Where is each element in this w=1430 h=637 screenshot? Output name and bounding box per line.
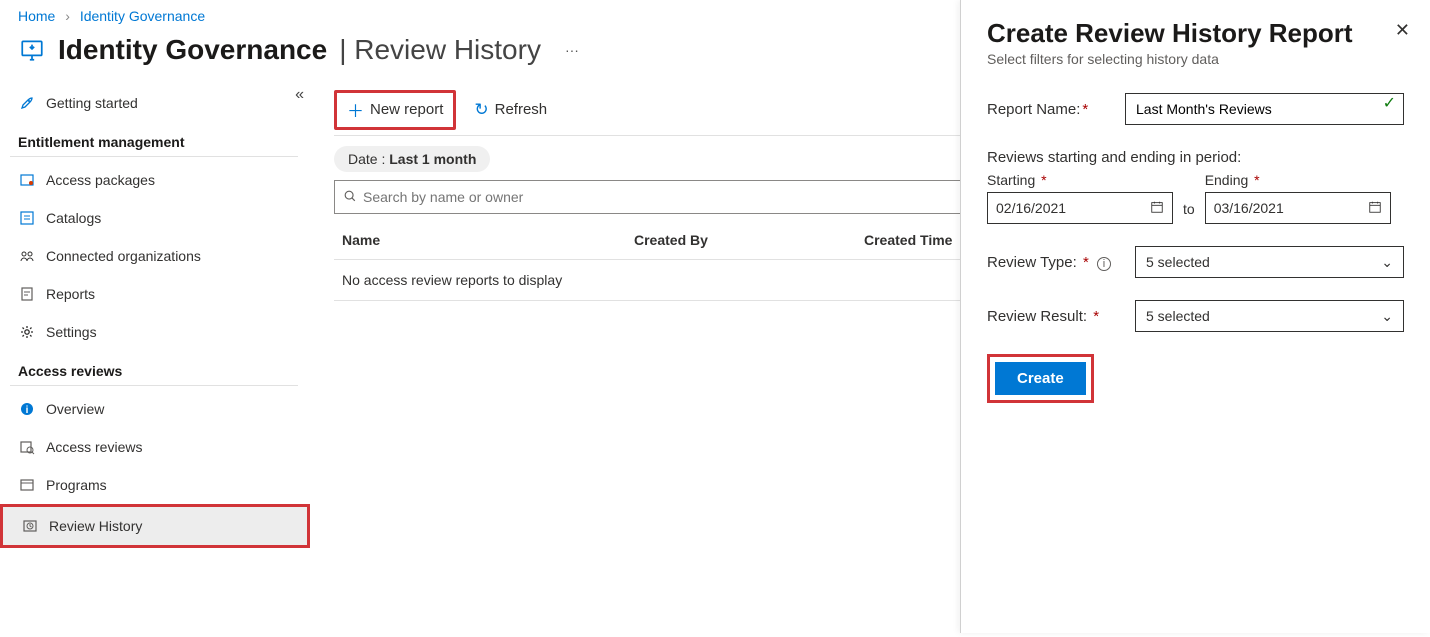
sidebar-item-label: Getting started [46,95,138,111]
identity-governance-icon [18,36,46,64]
new-report-button[interactable]: ＋ New report [337,93,453,127]
plus-icon: ＋ [347,97,364,122]
sidebar-item-access-reviews[interactable]: Access reviews [10,428,298,466]
chevron-down-icon: ⌄ [1381,308,1393,325]
review-result-label: Review Result: * [987,308,1127,325]
review-result-value: 5 selected [1146,308,1210,324]
chevron-right-icon: › [65,8,70,24]
review-type-row: Review Type: * i 5 selected ⌄ [987,246,1404,278]
history-icon [21,517,39,535]
to-label: to [1183,201,1195,217]
rocket-icon [18,94,36,112]
sidebar-item-review-history[interactable]: Review History [3,507,307,545]
starting-label: Starting * [987,172,1173,188]
sidebar-item-label: Connected organizations [46,248,201,264]
checkmark-icon: ✓ [1383,93,1396,113]
reports-icon [18,285,36,303]
chevron-down-icon: ⌄ [1381,254,1393,271]
svg-text:i: i [26,405,29,416]
review-result-select[interactable]: 5 selected ⌄ [1135,300,1404,332]
breadcrumb-current[interactable]: Identity Governance [80,8,205,24]
info-icon: i [18,400,36,418]
highlight-review-history: Review History [0,504,310,548]
ending-label: Ending * [1205,172,1391,188]
sidebar-item-reports[interactable]: Reports [10,275,298,313]
report-name-input[interactable] [1125,93,1404,125]
panel-subtitle: Select filters for selecting history dat… [987,51,1404,67]
panel-title: Create Review History Report [987,18,1404,49]
page-subtitle: | Review History [339,34,541,66]
breadcrumb-home[interactable]: Home [18,8,55,24]
calendar-icon [1150,200,1164,217]
close-icon[interactable]: ✕ [1395,20,1410,41]
date-row: Starting * 02/16/2021 to Ending * 03/16/… [987,172,1404,224]
sidebar-item-settings[interactable]: Settings [10,313,298,351]
collapse-sidebar-icon[interactable]: « [295,86,304,104]
highlight-new-report: ＋ New report [334,90,456,130]
col-created-by[interactable]: Created By [634,232,864,248]
calendar-icon [1368,200,1382,217]
more-icon[interactable]: ··· [565,42,579,58]
review-type-select[interactable]: 5 selected ⌄ [1135,246,1404,278]
report-name-label: Report Name:* [987,101,1107,118]
review-result-row: Review Result: * 5 selected ⌄ [987,300,1404,332]
starting-date-input[interactable]: 02/16/2021 [987,192,1173,224]
sidebar-item-access-packages[interactable]: Access packages [10,161,298,199]
date-filter-value: Last 1 month [389,151,476,167]
page-title: Identity Governance [58,34,327,66]
review-type-value: 5 selected [1146,254,1210,270]
col-name[interactable]: Name [334,232,634,248]
sidebar-item-label: Access reviews [46,439,142,455]
sidebar-group-access-reviews: Access reviews [10,351,298,386]
sidebar-item-label: Review History [49,518,142,534]
report-name-row: Report Name:* ✓ [987,93,1404,125]
ending-field: Ending * 03/16/2021 [1205,172,1391,224]
review-type-label: Review Type: * i [987,254,1127,271]
sidebar-group-entitlement: Entitlement management [10,122,298,157]
package-icon [18,171,36,189]
sidebar-item-connected-orgs[interactable]: Connected organizations [10,237,298,275]
sidebar-item-label: Catalogs [46,210,101,226]
sidebar-item-label: Overview [46,401,104,417]
date-filter-label: Date : [348,151,389,167]
sidebar-item-programs[interactable]: Programs [10,466,298,504]
review-icon [18,438,36,456]
search-icon [343,189,357,206]
refresh-label: Refresh [495,101,548,118]
refresh-button[interactable]: ↻ Refresh [464,93,557,127]
create-report-panel: ✕ Create Review History Report Select fi… [960,0,1430,633]
sidebar-item-label: Access packages [46,172,155,188]
starting-field: Starting * 02/16/2021 [987,172,1173,224]
sidebar-item-getting-started[interactable]: Getting started [10,84,298,122]
sidebar: « Getting started Entitlement management… [0,84,310,637]
sidebar-item-overview[interactable]: i Overview [10,390,298,428]
info-icon[interactable]: i [1097,257,1111,271]
refresh-icon: ↻ [474,100,488,120]
programs-icon [18,476,36,494]
highlight-create-button: Create [987,354,1094,403]
starting-date-value: 02/16/2021 [996,200,1066,216]
sidebar-item-label: Reports [46,286,95,302]
ending-date-value: 03/16/2021 [1214,200,1284,216]
create-button[interactable]: Create [995,362,1086,395]
period-header: Reviews starting and ending in period: [987,149,1404,166]
people-icon [18,247,36,265]
catalog-icon [18,209,36,227]
new-report-label: New report [370,101,443,118]
gear-icon [18,323,36,341]
sidebar-item-label: Settings [46,324,97,340]
ending-date-input[interactable]: 03/16/2021 [1205,192,1391,224]
sidebar-item-label: Programs [46,477,107,493]
sidebar-item-catalogs[interactable]: Catalogs [10,199,298,237]
date-filter-pill[interactable]: Date : Last 1 month [334,146,490,172]
